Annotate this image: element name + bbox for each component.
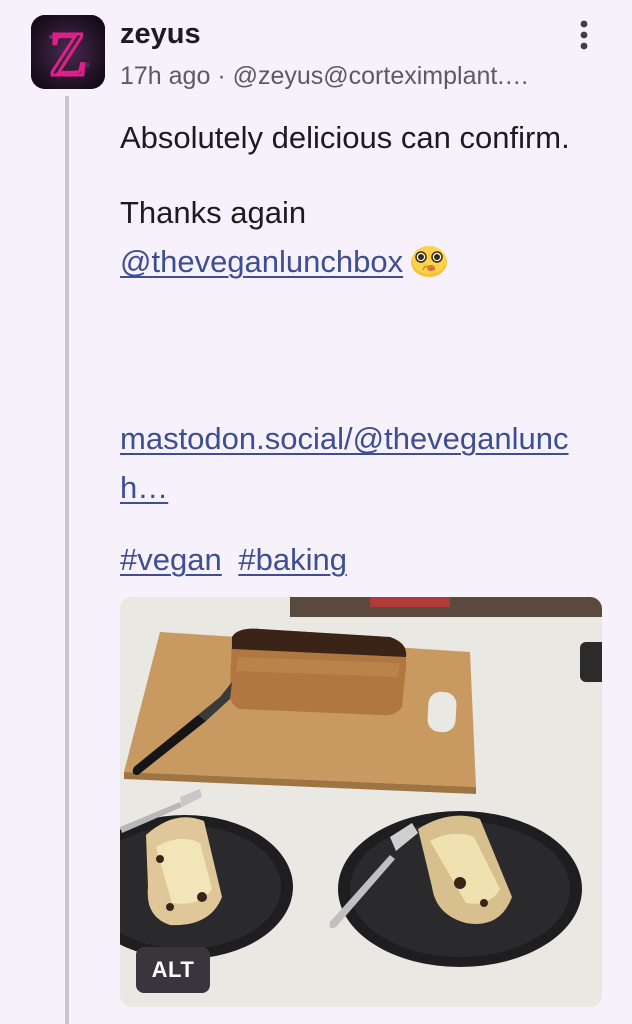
post-text-line2: Thanks again @theveganlunchbox <box>120 188 610 286</box>
post-meta[interactable]: 17h ago · @zeyus@corteximplant.… <box>120 62 529 91</box>
url-block: mastodon.social/@theveganlunch… <box>120 414 610 512</box>
pleading-face-emoji <box>409 240 449 280</box>
post-text-line1: Absolutely delicious can confirm. <box>120 120 570 155</box>
thread-line <box>65 96 69 1024</box>
post-content: Absolutely delicious can confirm. Thanks… <box>120 113 610 286</box>
hashtags: #vegan #baking <box>120 535 355 584</box>
photo-bread-loaf <box>120 597 602 1007</box>
more-vertical-icon[interactable] <box>570 14 598 54</box>
thanks-text: Thanks again <box>120 195 307 230</box>
avatar[interactable]: Z <box>31 15 105 89</box>
alt-badge[interactable]: ALT <box>136 947 210 993</box>
mention-link[interactable]: @theveganlunchbox <box>120 244 403 279</box>
external-link[interactable]: mastodon.social/@theveganlunch… <box>120 421 569 505</box>
media-attachment[interactable] <box>120 597 602 1007</box>
avatar-letter: Z <box>49 21 87 89</box>
hashtag-baking[interactable]: #baking <box>238 542 347 577</box>
hashtag-vegan[interactable]: #vegan <box>120 542 222 577</box>
display-name[interactable]: zeyus <box>120 18 201 51</box>
